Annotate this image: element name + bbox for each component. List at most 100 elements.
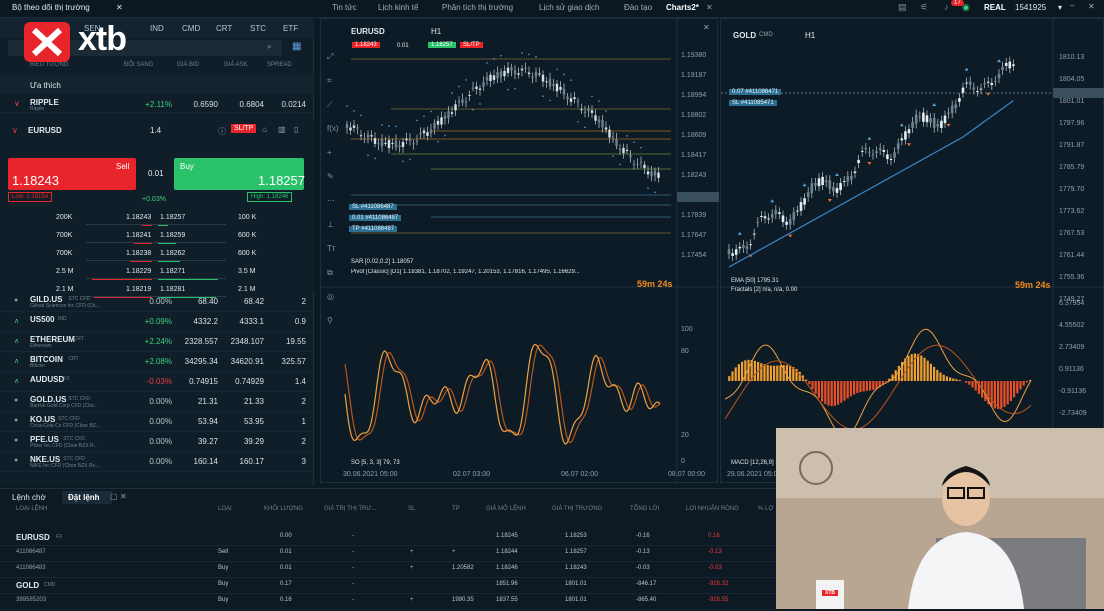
minimize-icon[interactable]: – bbox=[1070, 1, 1074, 10]
table-row[interactable] bbox=[0, 578, 776, 594]
layout-icon[interactable]: ▤ bbox=[898, 2, 907, 13]
tab-pending-orders[interactable]: Lệnh chờ bbox=[12, 493, 46, 502]
indicator-pivot[interactable]: Pivot [Classic] [D1] 1.18381, 1.18702, 1… bbox=[351, 269, 641, 275]
tab-charts[interactable]: Charts2* bbox=[666, 3, 699, 12]
order-tp[interactable]: 1.20582 bbox=[452, 565, 474, 571]
dropdown-icon[interactable]: ▾ bbox=[1058, 3, 1062, 12]
current-price-marker bbox=[677, 192, 719, 202]
sar-dot bbox=[514, 88, 516, 90]
tab-economic-calendar[interactable]: Lịch kinh tế bbox=[378, 3, 418, 12]
toolbar-icon[interactable]: ⤢ bbox=[326, 52, 333, 61]
list-item-nkeus[interactable]: ●NKE.USSTC CFDNIKE Inc CFD (Cboe BZX Re.… bbox=[0, 452, 314, 472]
order-tp[interactable]: 1990.35 bbox=[452, 597, 474, 603]
search-icon[interactable]: ⌕ bbox=[267, 42, 271, 52]
list-item-ethereum[interactable]: ∧ETHEREUMCRTEthereum+2.24%2328.5572348.1… bbox=[0, 332, 314, 352]
pin-icon[interactable]: ⌂ bbox=[262, 125, 267, 134]
dot-icon[interactable]: ● bbox=[14, 297, 18, 304]
tab-open-positions[interactable]: Đặt lệnh bbox=[68, 493, 100, 502]
table-row[interactable] bbox=[0, 562, 776, 578]
table-row[interactable] bbox=[0, 530, 776, 546]
order-tp[interactable]: + bbox=[452, 549, 456, 555]
toolbar-icon[interactable]: f(x) bbox=[327, 124, 339, 133]
toolbar-icon[interactable]: ⟋ bbox=[327, 100, 333, 109]
toolbar-icon[interactable]: + bbox=[327, 148, 332, 157]
chevron-up-icon[interactable]: ∧ bbox=[14, 357, 19, 365]
ask-value: 39.29 bbox=[224, 437, 264, 446]
toolbar-icon[interactable]: ⌗ bbox=[327, 76, 332, 85]
macd-histogram-bar bbox=[927, 361, 929, 381]
account-type[interactable]: REAL bbox=[984, 3, 1006, 12]
chevron-up-icon[interactable]: ∧ bbox=[14, 337, 19, 345]
favorites-row[interactable]: Ưa thích bbox=[0, 76, 314, 94]
chevron-down-icon[interactable]: ∨ bbox=[14, 99, 20, 108]
toolbar-icon[interactable]: ⧉ bbox=[327, 268, 333, 277]
eurusd-chart-canvas[interactable]: 1.193801.191871.189941.188021.186091.184… bbox=[321, 19, 719, 484]
list-item-bitcoin[interactable]: ∧BITCOINCRTBitcoin+2.08%34295.3434620.91… bbox=[0, 352, 314, 372]
order-line-qty[interactable]: 0.01 #411086487 bbox=[349, 215, 401, 221]
signal-icon[interactable]: ⚟ bbox=[920, 2, 928, 13]
chevron-down-icon[interactable]: ∨ bbox=[12, 126, 18, 135]
order-line-tp[interactable]: TP #411086487 bbox=[349, 226, 397, 232]
order-sl[interactable]: + bbox=[410, 549, 414, 555]
list-item-us500[interactable]: ∧US500IND+0.09%4332.24333.10.9 bbox=[0, 312, 314, 332]
maximize-icon[interactable]: ▢ bbox=[110, 492, 118, 501]
chart-icon[interactable]: ▥ bbox=[278, 125, 286, 134]
chevron-up-icon[interactable]: ∧ bbox=[14, 317, 19, 325]
close-icon[interactable]: ✕ bbox=[706, 3, 713, 12]
table-row[interactable] bbox=[0, 546, 776, 562]
sltp-button[interactable]: SL/TP bbox=[231, 124, 256, 133]
toolbar-icon[interactable]: Tт bbox=[327, 244, 336, 253]
macd-histogram-bar bbox=[943, 375, 945, 381]
macd-histogram-bar bbox=[1026, 381, 1028, 382]
indicator-ema[interactable]: EMA [50] 1795.31 bbox=[731, 278, 779, 284]
dot-icon[interactable]: ● bbox=[14, 457, 18, 464]
list-item-audusd[interactable]: ∧AUDUSDFX-0.03%0.749150.749291.4 bbox=[0, 372, 314, 392]
account-number[interactable]: 1541925 bbox=[1015, 3, 1046, 12]
tab-crt[interactable]: CRT bbox=[216, 24, 232, 33]
indicator-fractals[interactable]: Fractals [2] n/a, n/a, 0.00 bbox=[731, 287, 797, 293]
list-item-ripple[interactable]: ∨ RIPPLE Ripple +2.11% 0.6590 0.6804 0.0… bbox=[0, 95, 314, 113]
tab-market-analysis[interactable]: Phân tích thị trường bbox=[442, 3, 513, 12]
tab-trade-history[interactable]: Lịch sử giao dịch bbox=[539, 3, 600, 12]
toolbar-icon[interactable]: ◎ bbox=[327, 292, 334, 301]
tab-etf[interactable]: ETF bbox=[283, 24, 298, 33]
close-icon[interactable]: ✕ bbox=[116, 3, 123, 12]
tab-stc[interactable]: STC bbox=[250, 24, 266, 33]
list-item-goldus[interactable]: ●GOLD.USSTC CFDBarrick Gold Corp CFD (Cb… bbox=[0, 392, 314, 412]
list-item-pfeus[interactable]: ●PFE.USSTC CFDPfizer Inc CFD (Cboe BZX R… bbox=[0, 432, 314, 452]
close-icon[interactable]: ✕ bbox=[120, 492, 127, 501]
tab-ind[interactable]: IND bbox=[150, 24, 164, 33]
list-item-kous[interactable]: ●KO.USSTC CFDCoca-Cola Co CFD (Cboe BZ..… bbox=[0, 412, 314, 432]
table-row[interactable] bbox=[0, 594, 776, 610]
dot-icon[interactable]: ● bbox=[14, 397, 18, 404]
tab-cmd[interactable]: CMD bbox=[182, 24, 200, 33]
toolbar-icon[interactable]: ⚲ bbox=[327, 316, 333, 325]
grid-view-icon[interactable]: ▦ bbox=[292, 41, 301, 52]
dot-icon[interactable]: ● bbox=[14, 417, 18, 424]
tab-news[interactable]: Tin tức bbox=[332, 3, 357, 12]
info-icon[interactable]: ⓘ bbox=[218, 126, 226, 137]
indicator-sar[interactable]: SAR [0.02,0.2] 1.18057 bbox=[351, 259, 413, 265]
dot-icon[interactable]: ● bbox=[14, 437, 18, 444]
order-line-sl[interactable]: SL #411086487 bbox=[349, 204, 397, 210]
toolbar-icon[interactable]: ⊥ bbox=[327, 220, 334, 229]
oscillator-label[interactable]: SO [5, 3, 3] 79, 73 bbox=[351, 460, 400, 466]
list-item-gildus[interactable]: ●GILD.USSTC CFDGilead Sciences Inc CFD (… bbox=[0, 292, 314, 312]
buy-button[interactable]: Buy 1.18257 bbox=[174, 158, 304, 190]
bell-icon[interactable]: ♪ bbox=[944, 2, 949, 12]
sell-button[interactable]: Sell 1.18243 bbox=[8, 158, 136, 190]
col-header: KHỐI LƯỢNG bbox=[264, 506, 303, 512]
lot-size[interactable]: 1.4 bbox=[150, 126, 161, 135]
tab-education[interactable]: Đào tạo bbox=[624, 3, 652, 12]
trash-icon[interactable]: ▯ bbox=[294, 125, 298, 134]
close-window-icon[interactable]: ✕ bbox=[1088, 2, 1095, 11]
toolbar-icon[interactable]: ✎ bbox=[327, 172, 334, 181]
chevron-up-icon[interactable]: ∧ bbox=[14, 377, 19, 385]
ask-value: 34620.91 bbox=[224, 357, 264, 366]
order-line-sl[interactable]: SL #411085471 bbox=[729, 100, 777, 106]
toolbar-icon[interactable]: ⋯ bbox=[327, 196, 335, 205]
spread-value: 1.4 bbox=[266, 377, 306, 386]
order-line-qty[interactable]: 0.07 #411086471 bbox=[729, 89, 781, 95]
order-sl[interactable]: + bbox=[410, 565, 414, 571]
order-sl[interactable]: + bbox=[410, 597, 414, 603]
